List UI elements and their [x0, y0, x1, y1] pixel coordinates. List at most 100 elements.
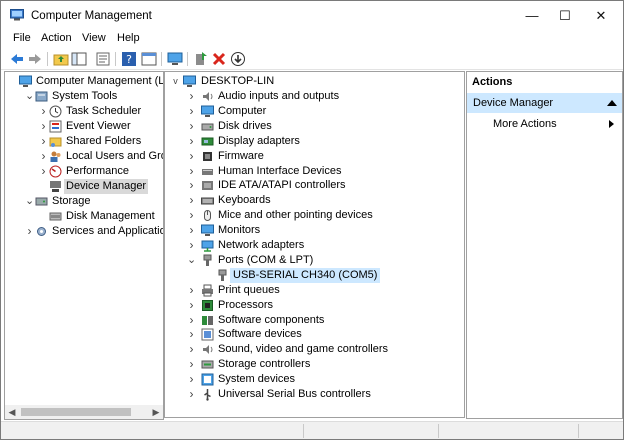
nav-tree-item[interactable]: › Local Users and Groups — [5, 149, 164, 164]
properties-icon[interactable] — [95, 51, 111, 67]
show-hide-tree-icon[interactable] — [71, 51, 87, 67]
firmware-icon — [203, 151, 212, 161]
nav-tree-item[interactable]: Computer Management (Local — [5, 74, 163, 89]
menu-help[interactable]: Help — [117, 32, 140, 44]
nav-tree-label: System Tools — [52, 90, 118, 102]
help-icon[interactable]: ? — [121, 51, 137, 67]
system-tools-icon — [35, 91, 48, 102]
status-divider — [303, 424, 304, 438]
chevron-down-icon[interactable]: ⌄ — [187, 253, 196, 268]
chevron-right-icon[interactable]: › — [187, 387, 196, 402]
menu-file[interactable]: File — [13, 32, 31, 44]
chevron-right-icon[interactable]: › — [39, 164, 48, 179]
chevron-right-icon[interactable]: › — [187, 104, 196, 119]
forward-arrow-icon[interactable] — [27, 51, 43, 67]
device-category[interactable]: › Monitors — [165, 223, 464, 238]
chevron-right-icon[interactable]: › — [187, 178, 196, 193]
up-folder-icon[interactable] — [53, 51, 69, 67]
chevron-right-icon[interactable]: › — [187, 313, 196, 328]
chevron-right-icon[interactable]: › — [187, 193, 196, 208]
scan-hardware-icon[interactable] — [193, 51, 209, 67]
nav-tree-item[interactable]: › Services and Applications — [5, 224, 164, 239]
menu-view[interactable]: View — [82, 32, 106, 44]
export-list-icon[interactable] — [141, 51, 157, 67]
device-category[interactable]: › Network adapters — [165, 238, 464, 253]
nav-tree-label: Event Viewer — [66, 120, 131, 132]
device-category[interactable]: › Firmware — [165, 149, 464, 164]
ide-icon — [202, 181, 213, 191]
chevron-right-icon[interactable]: › — [187, 223, 196, 238]
nav-tree-item[interactable]: › Task Scheduler — [5, 104, 163, 119]
chevron-right-icon[interactable]: › — [187, 119, 196, 134]
chevron-right-icon[interactable]: › — [187, 164, 196, 179]
chevron-down-icon[interactable]: ⌄ — [25, 89, 34, 104]
device-tree-root[interactable]: v DESKTOP-LIN — [165, 74, 464, 89]
close-button[interactable]: ✕ — [578, 1, 623, 31]
chevron-right-icon[interactable]: › — [187, 89, 196, 104]
nav-tree-item[interactable]: Disk Management — [5, 209, 163, 224]
chevron-right-icon[interactable]: › — [187, 372, 196, 387]
device-category[interactable]: › Audio inputs and outputs — [165, 89, 464, 104]
device-category[interactable]: › Storage controllers — [165, 357, 464, 372]
title-bar[interactable]: Computer Management — ☐ ✕ — [1, 1, 623, 31]
chevron-down-icon[interactable]: ⌄ — [25, 194, 34, 209]
device-category[interactable]: › IDE ATA/ATAPI controllers — [165, 178, 464, 193]
nav-tree-label: Performance — [66, 165, 129, 177]
device-category[interactable]: › Computer — [165, 104, 464, 119]
monitor-icon[interactable] — [167, 51, 183, 67]
scroll-right-icon[interactable]: ▶ — [149, 405, 163, 419]
more-actions-item[interactable]: More Actions — [467, 115, 622, 133]
device-category[interactable]: ⌄ Ports (COM & LPT) — [165, 253, 464, 268]
device-category[interactable]: › Processors — [165, 298, 464, 313]
navigation-tree-pane[interactable]: Computer Management (Local⌄System Tools›… — [4, 71, 164, 420]
device-category[interactable]: › Software devices — [165, 327, 464, 342]
menu-action[interactable]: Action — [41, 32, 72, 44]
nav-tree-item[interactable]: Device Manager — [5, 179, 163, 194]
uninstall-icon[interactable] — [211, 51, 227, 67]
device-category[interactable]: › System devices — [165, 372, 464, 387]
device-category[interactable]: › Software components — [165, 313, 464, 328]
chevron-right-icon[interactable]: › — [187, 283, 196, 298]
device-category[interactable]: › Keyboards — [165, 193, 464, 208]
device-category[interactable]: › Sound, video and game controllers — [165, 342, 464, 357]
chevron-right-icon[interactable]: › — [187, 357, 196, 372]
chevron-right-icon[interactable]: › — [25, 224, 34, 239]
chevron-right-icon[interactable]: › — [39, 149, 48, 164]
nav-tree-item[interactable]: ⌄ Storage — [5, 194, 163, 209]
chevron-right-icon[interactable]: › — [187, 298, 196, 313]
device-category[interactable]: › Mice and other pointing devices — [165, 208, 464, 223]
chevron-right-icon[interactable]: › — [187, 134, 196, 149]
nav-tree-item[interactable]: › Event Viewer — [5, 119, 163, 134]
update-driver-icon[interactable] — [230, 51, 246, 67]
device-category[interactable]: › Print queues — [165, 283, 464, 298]
chevron-right-icon[interactable]: › — [187, 238, 196, 253]
device-category[interactable]: › Display adapters — [165, 134, 464, 149]
chevron-right-icon[interactable]: › — [187, 208, 196, 223]
horizontal-scrollbar[interactable]: ◀ ▶ — [5, 405, 163, 419]
device-item[interactable]: USB-SERIAL CH340 (COM5) — [165, 267, 464, 283]
device-category[interactable]: › Universal Serial Bus controllers — [165, 387, 464, 402]
back-arrow-icon[interactable] — [9, 51, 25, 67]
chevron-right-icon[interactable]: › — [187, 327, 196, 342]
svg-text:?: ? — [126, 53, 132, 66]
actions-section-device-manager[interactable]: Device Manager — [467, 93, 622, 113]
nav-tree-item[interactable]: ⌄ System Tools — [5, 89, 163, 104]
usb-icon — [204, 389, 211, 401]
chevron-right-icon[interactable]: › — [187, 149, 196, 164]
device-category[interactable]: › Human Interface Devices — [165, 164, 464, 179]
chevron-right-icon[interactable]: › — [39, 104, 48, 119]
scroll-left-icon[interactable]: ◀ — [5, 405, 19, 419]
nav-tree-item[interactable]: › Shared Folders — [5, 134, 163, 149]
device-category-label: System devices — [218, 373, 296, 386]
chevron-right-icon[interactable]: › — [39, 119, 48, 134]
device-category-label: Processors — [218, 298, 274, 311]
nav-tree-item[interactable]: › Performance — [5, 164, 163, 179]
scrollbar-thumb[interactable] — [21, 408, 131, 416]
chevron-right-icon[interactable]: › — [187, 342, 196, 357]
device-category[interactable]: › Disk drives — [165, 119, 464, 134]
chevron-down-icon[interactable]: v — [171, 74, 180, 89]
device-category-label: IDE ATA/ATAPI controllers — [218, 179, 346, 192]
chevron-right-icon[interactable]: › — [39, 134, 48, 149]
collapse-up-icon[interactable] — [607, 100, 617, 106]
device-tree-pane[interactable]: v DESKTOP-LIN › Audio inputs and outputs ›… — [164, 71, 465, 418]
